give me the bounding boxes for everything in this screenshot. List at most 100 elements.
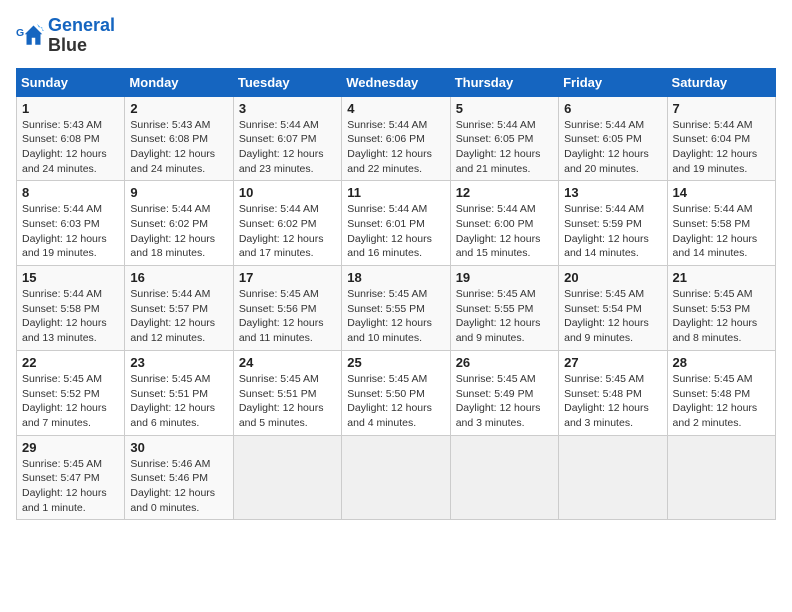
- calendar-cell: 6 Sunrise: 5:44 AM Sunset: 6:05 PM Dayli…: [559, 96, 667, 181]
- day-number: 4: [347, 101, 444, 116]
- day-number: 16: [130, 270, 227, 285]
- weekday-header: Monday: [125, 68, 233, 96]
- calendar-cell: 1 Sunrise: 5:43 AM Sunset: 6:08 PM Dayli…: [17, 96, 125, 181]
- day-number: 26: [456, 355, 553, 370]
- day-info: Sunrise: 5:45 AM Sunset: 5:53 PM Dayligh…: [673, 287, 770, 346]
- day-info: Sunrise: 5:45 AM Sunset: 5:52 PM Dayligh…: [22, 372, 119, 431]
- day-number: 8: [22, 185, 119, 200]
- calendar-cell: 12 Sunrise: 5:44 AM Sunset: 6:00 PM Dayl…: [450, 181, 558, 266]
- weekday-header: Tuesday: [233, 68, 341, 96]
- calendar-cell: 24 Sunrise: 5:45 AM Sunset: 5:51 PM Dayl…: [233, 350, 341, 435]
- day-number: 11: [347, 185, 444, 200]
- day-info: Sunrise: 5:44 AM Sunset: 6:02 PM Dayligh…: [130, 202, 227, 261]
- calendar-cell: [233, 435, 341, 520]
- day-number: 25: [347, 355, 444, 370]
- day-number: 9: [130, 185, 227, 200]
- calendar-week-row: 1 Sunrise: 5:43 AM Sunset: 6:08 PM Dayli…: [17, 96, 776, 181]
- day-number: 20: [564, 270, 661, 285]
- day-info: Sunrise: 5:44 AM Sunset: 6:01 PM Dayligh…: [347, 202, 444, 261]
- day-info: Sunrise: 5:44 AM Sunset: 6:04 PM Dayligh…: [673, 118, 770, 177]
- calendar-cell: 14 Sunrise: 5:44 AM Sunset: 5:58 PM Dayl…: [667, 181, 775, 266]
- day-info: Sunrise: 5:44 AM Sunset: 5:58 PM Dayligh…: [22, 287, 119, 346]
- day-number: 28: [673, 355, 770, 370]
- calendar-cell: 2 Sunrise: 5:43 AM Sunset: 6:08 PM Dayli…: [125, 96, 233, 181]
- day-info: Sunrise: 5:45 AM Sunset: 5:54 PM Dayligh…: [564, 287, 661, 346]
- weekday-header: Sunday: [17, 68, 125, 96]
- weekday-header: Wednesday: [342, 68, 450, 96]
- day-number: 30: [130, 440, 227, 455]
- logo-line2: Blue: [48, 36, 115, 56]
- calendar-cell: 21 Sunrise: 5:45 AM Sunset: 5:53 PM Dayl…: [667, 266, 775, 351]
- day-info: Sunrise: 5:44 AM Sunset: 6:00 PM Dayligh…: [456, 202, 553, 261]
- calendar-week-row: 29 Sunrise: 5:45 AM Sunset: 5:47 PM Dayl…: [17, 435, 776, 520]
- calendar-cell: 29 Sunrise: 5:45 AM Sunset: 5:47 PM Dayl…: [17, 435, 125, 520]
- calendar-table: SundayMondayTuesdayWednesdayThursdayFrid…: [16, 68, 776, 521]
- calendar-cell: [450, 435, 558, 520]
- day-number: 27: [564, 355, 661, 370]
- calendar-cell: 17 Sunrise: 5:45 AM Sunset: 5:56 PM Dayl…: [233, 266, 341, 351]
- day-info: Sunrise: 5:45 AM Sunset: 5:50 PM Dayligh…: [347, 372, 444, 431]
- day-info: Sunrise: 5:43 AM Sunset: 6:08 PM Dayligh…: [130, 118, 227, 177]
- day-info: Sunrise: 5:45 AM Sunset: 5:48 PM Dayligh…: [673, 372, 770, 431]
- day-info: Sunrise: 5:44 AM Sunset: 6:05 PM Dayligh…: [564, 118, 661, 177]
- calendar-week-row: 22 Sunrise: 5:45 AM Sunset: 5:52 PM Dayl…: [17, 350, 776, 435]
- calendar-cell: 22 Sunrise: 5:45 AM Sunset: 5:52 PM Dayl…: [17, 350, 125, 435]
- day-number: 29: [22, 440, 119, 455]
- calendar-cell: [342, 435, 450, 520]
- day-number: 22: [22, 355, 119, 370]
- calendar-cell: 5 Sunrise: 5:44 AM Sunset: 6:05 PM Dayli…: [450, 96, 558, 181]
- day-info: Sunrise: 5:44 AM Sunset: 6:05 PM Dayligh…: [456, 118, 553, 177]
- logo: G General Blue: [16, 16, 115, 56]
- day-number: 23: [130, 355, 227, 370]
- calendar-cell: 10 Sunrise: 5:44 AM Sunset: 6:02 PM Dayl…: [233, 181, 341, 266]
- day-info: Sunrise: 5:44 AM Sunset: 6:06 PM Dayligh…: [347, 118, 444, 177]
- weekday-header: Thursday: [450, 68, 558, 96]
- day-number: 19: [456, 270, 553, 285]
- day-number: 18: [347, 270, 444, 285]
- calendar-cell: 25 Sunrise: 5:45 AM Sunset: 5:50 PM Dayl…: [342, 350, 450, 435]
- day-info: Sunrise: 5:45 AM Sunset: 5:56 PM Dayligh…: [239, 287, 336, 346]
- calendar-cell: 11 Sunrise: 5:44 AM Sunset: 6:01 PM Dayl…: [342, 181, 450, 266]
- day-number: 2: [130, 101, 227, 116]
- day-info: Sunrise: 5:44 AM Sunset: 5:59 PM Dayligh…: [564, 202, 661, 261]
- calendar-cell: 4 Sunrise: 5:44 AM Sunset: 6:06 PM Dayli…: [342, 96, 450, 181]
- calendar-cell: 28 Sunrise: 5:45 AM Sunset: 5:48 PM Dayl…: [667, 350, 775, 435]
- day-info: Sunrise: 5:45 AM Sunset: 5:55 PM Dayligh…: [347, 287, 444, 346]
- day-number: 15: [22, 270, 119, 285]
- day-number: 21: [673, 270, 770, 285]
- calendar-cell: 18 Sunrise: 5:45 AM Sunset: 5:55 PM Dayl…: [342, 266, 450, 351]
- logo-line1: General: [48, 16, 115, 36]
- calendar-cell: 13 Sunrise: 5:44 AM Sunset: 5:59 PM Dayl…: [559, 181, 667, 266]
- calendar-cell: 8 Sunrise: 5:44 AM Sunset: 6:03 PM Dayli…: [17, 181, 125, 266]
- day-number: 6: [564, 101, 661, 116]
- calendar-cell: 16 Sunrise: 5:44 AM Sunset: 5:57 PM Dayl…: [125, 266, 233, 351]
- day-info: Sunrise: 5:45 AM Sunset: 5:47 PM Dayligh…: [22, 457, 119, 516]
- calendar-cell: [559, 435, 667, 520]
- calendar-week-row: 8 Sunrise: 5:44 AM Sunset: 6:03 PM Dayli…: [17, 181, 776, 266]
- calendar-cell: 15 Sunrise: 5:44 AM Sunset: 5:58 PM Dayl…: [17, 266, 125, 351]
- weekday-header-row: SundayMondayTuesdayWednesdayThursdayFrid…: [17, 68, 776, 96]
- weekday-header: Friday: [559, 68, 667, 96]
- logo-text: General Blue: [48, 16, 115, 56]
- day-info: Sunrise: 5:44 AM Sunset: 6:02 PM Dayligh…: [239, 202, 336, 261]
- day-number: 3: [239, 101, 336, 116]
- day-info: Sunrise: 5:46 AM Sunset: 5:46 PM Dayligh…: [130, 457, 227, 516]
- day-number: 5: [456, 101, 553, 116]
- day-info: Sunrise: 5:45 AM Sunset: 5:51 PM Dayligh…: [239, 372, 336, 431]
- calendar-cell: 7 Sunrise: 5:44 AM Sunset: 6:04 PM Dayli…: [667, 96, 775, 181]
- day-number: 24: [239, 355, 336, 370]
- weekday-header: Saturday: [667, 68, 775, 96]
- logo-icon: G: [16, 22, 44, 50]
- day-number: 7: [673, 101, 770, 116]
- calendar-cell: 23 Sunrise: 5:45 AM Sunset: 5:51 PM Dayl…: [125, 350, 233, 435]
- day-info: Sunrise: 5:45 AM Sunset: 5:55 PM Dayligh…: [456, 287, 553, 346]
- calendar-body: 1 Sunrise: 5:43 AM Sunset: 6:08 PM Dayli…: [17, 96, 776, 520]
- day-info: Sunrise: 5:44 AM Sunset: 5:57 PM Dayligh…: [130, 287, 227, 346]
- calendar-cell: 20 Sunrise: 5:45 AM Sunset: 5:54 PM Dayl…: [559, 266, 667, 351]
- calendar-cell: 9 Sunrise: 5:44 AM Sunset: 6:02 PM Dayli…: [125, 181, 233, 266]
- calendar-cell: 3 Sunrise: 5:44 AM Sunset: 6:07 PM Dayli…: [233, 96, 341, 181]
- day-info: Sunrise: 5:44 AM Sunset: 5:58 PM Dayligh…: [673, 202, 770, 261]
- day-number: 1: [22, 101, 119, 116]
- svg-text:G: G: [16, 27, 24, 39]
- day-info: Sunrise: 5:45 AM Sunset: 5:49 PM Dayligh…: [456, 372, 553, 431]
